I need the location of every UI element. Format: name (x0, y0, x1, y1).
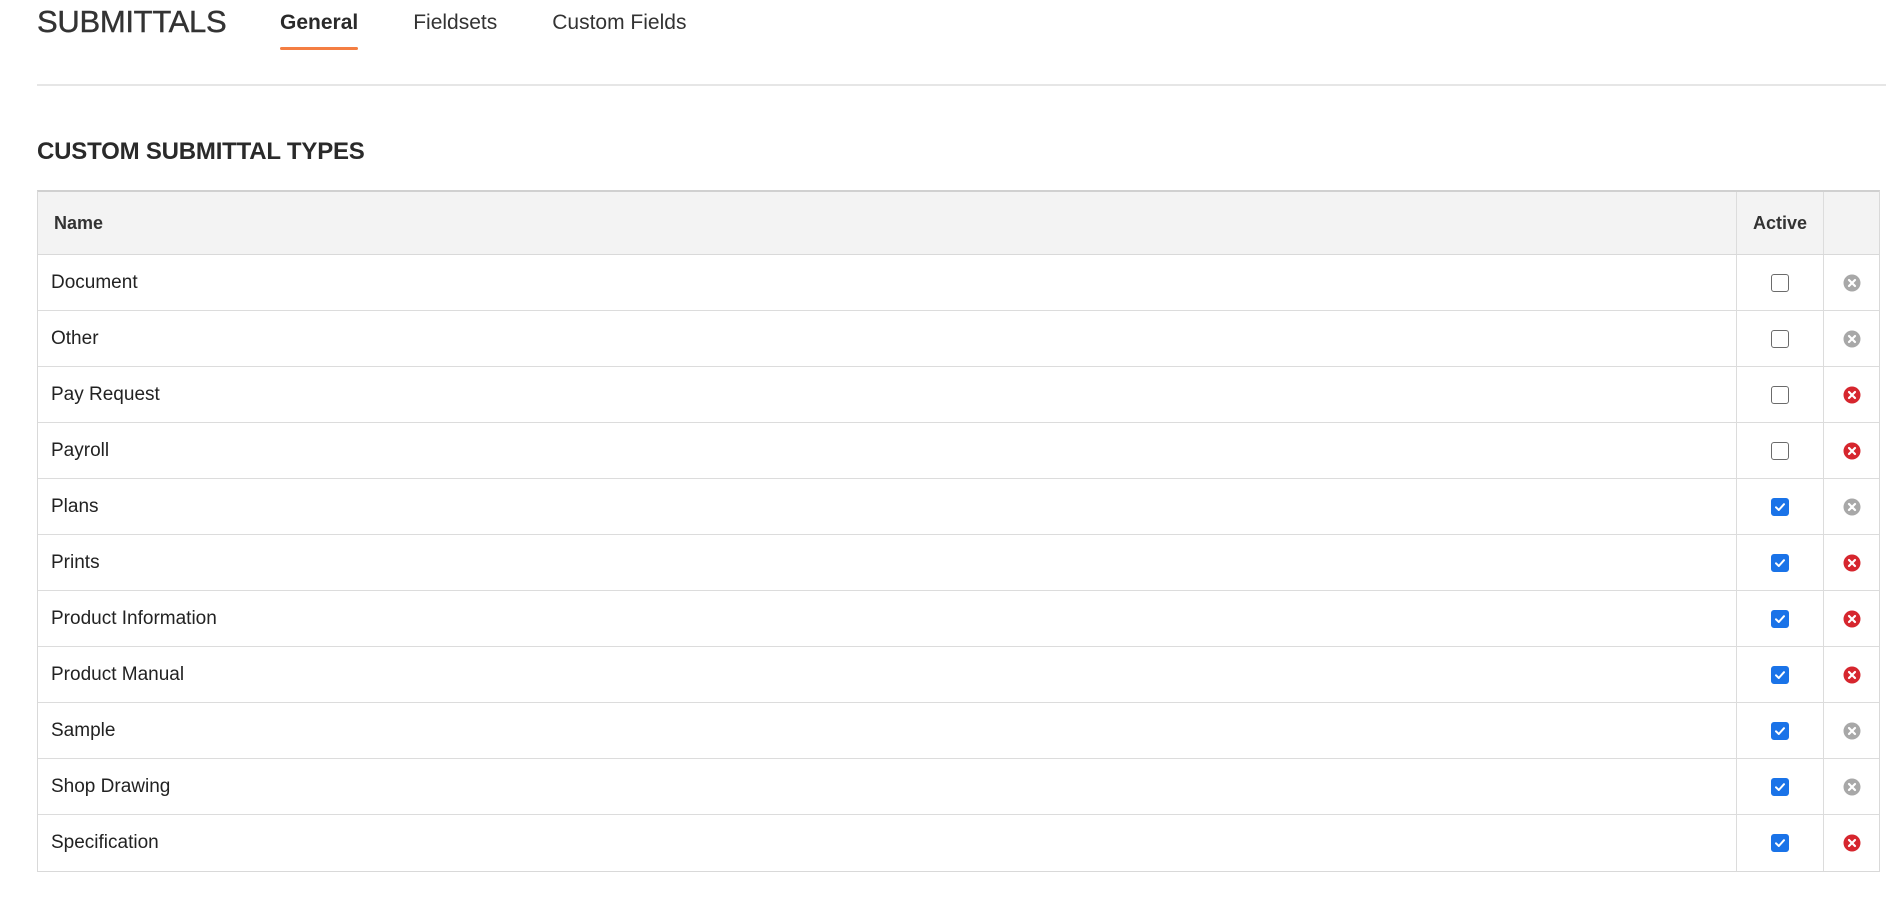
check-icon (1775, 839, 1785, 847)
type-name: Shop Drawing (38, 759, 1737, 814)
column-header-active: Active (1737, 192, 1824, 254)
active-checkbox[interactable] (1771, 665, 1789, 684)
active-checkbox[interactable] (1771, 609, 1789, 628)
active-cell (1737, 647, 1824, 702)
type-name: Product Manual (38, 647, 1737, 702)
tab-custom-fields[interactable]: Custom Fields (552, 0, 686, 56)
table-body: Document Other Pay Request Payroll Plans… (38, 255, 1879, 871)
active-cell (1737, 255, 1824, 310)
delete-icon[interactable] (1843, 498, 1861, 516)
action-cell (1824, 759, 1879, 814)
delete-icon[interactable] (1843, 666, 1861, 684)
check-icon (1775, 502, 1785, 511)
action-cell (1824, 367, 1879, 422)
page-header: SUBMITTALS General Fieldsets Custom Fiel… (37, 0, 1886, 86)
page-title: SUBMITTALS (37, 4, 227, 39)
page: SUBMITTALS General Fieldsets Custom Fiel… (0, 0, 1886, 921)
action-cell (1824, 535, 1879, 590)
check-icon (1775, 726, 1785, 735)
type-name: Specification (38, 815, 1737, 871)
column-header-name: Name (38, 192, 1737, 254)
active-checkbox[interactable] (1771, 553, 1789, 572)
check-icon (1775, 558, 1785, 567)
tab-general[interactable]: General (280, 0, 359, 56)
action-cell (1824, 703, 1879, 758)
action-cell (1824, 479, 1879, 534)
action-cell (1824, 815, 1879, 871)
action-cell (1824, 311, 1879, 366)
type-name: Document (38, 255, 1737, 310)
active-cell (1737, 479, 1824, 534)
type-name: Sample (38, 703, 1737, 758)
action-cell (1824, 647, 1879, 702)
delete-icon[interactable] (1843, 442, 1861, 460)
active-cell (1737, 759, 1824, 814)
active-checkbox[interactable] (1771, 273, 1789, 292)
active-checkbox[interactable] (1771, 834, 1789, 852)
table-row: Product Information (38, 591, 1879, 647)
type-name: Prints (38, 535, 1737, 590)
table-row: Sample (38, 703, 1879, 759)
action-cell (1824, 255, 1879, 310)
table-row: Plans (38, 479, 1879, 535)
table-row: Specification (38, 815, 1879, 871)
table-header: Name Active (38, 192, 1879, 255)
active-cell (1737, 815, 1824, 871)
table-row: Pay Request (38, 367, 1879, 423)
tab-fieldsets[interactable]: Fieldsets (413, 0, 497, 56)
type-name: Plans (38, 479, 1737, 534)
active-cell (1737, 311, 1824, 366)
delete-icon[interactable] (1843, 610, 1861, 628)
table-row: Shop Drawing (38, 759, 1879, 815)
tab-bar: General Fieldsets Custom Fields (280, 0, 741, 56)
type-name: Other (38, 311, 1737, 366)
active-cell (1737, 367, 1824, 422)
type-name: Product Information (38, 591, 1737, 646)
table-row: Other (38, 311, 1879, 367)
active-checkbox[interactable] (1771, 385, 1789, 404)
delete-icon[interactable] (1843, 274, 1861, 292)
delete-icon[interactable] (1843, 778, 1861, 796)
check-icon (1775, 614, 1785, 623)
active-cell (1737, 535, 1824, 590)
table-row: Payroll (38, 423, 1879, 479)
table-row: Product Manual (38, 647, 1879, 703)
active-checkbox[interactable] (1771, 441, 1789, 460)
active-cell (1737, 703, 1824, 758)
type-name: Pay Request (38, 367, 1737, 422)
active-checkbox[interactable] (1771, 777, 1789, 796)
delete-icon[interactable] (1843, 834, 1861, 852)
action-cell (1824, 423, 1879, 478)
active-checkbox[interactable] (1771, 497, 1789, 516)
section-title: CUSTOM SUBMITTAL TYPES (37, 138, 365, 165)
active-checkbox[interactable] (1771, 329, 1789, 348)
column-header-action (1824, 192, 1879, 254)
delete-icon[interactable] (1843, 330, 1861, 348)
delete-icon[interactable] (1843, 722, 1861, 740)
submittal-types-table: Name Active Document Other Pay Request P… (37, 190, 1880, 872)
active-cell (1737, 423, 1824, 478)
table-row: Document (38, 255, 1879, 311)
delete-icon[interactable] (1843, 554, 1861, 572)
active-checkbox[interactable] (1771, 721, 1789, 740)
type-name: Payroll (38, 423, 1737, 478)
action-cell (1824, 591, 1879, 646)
check-icon (1775, 782, 1785, 791)
table-row: Prints (38, 535, 1879, 591)
check-icon (1775, 670, 1785, 679)
active-cell (1737, 591, 1824, 646)
delete-icon[interactable] (1843, 386, 1861, 404)
